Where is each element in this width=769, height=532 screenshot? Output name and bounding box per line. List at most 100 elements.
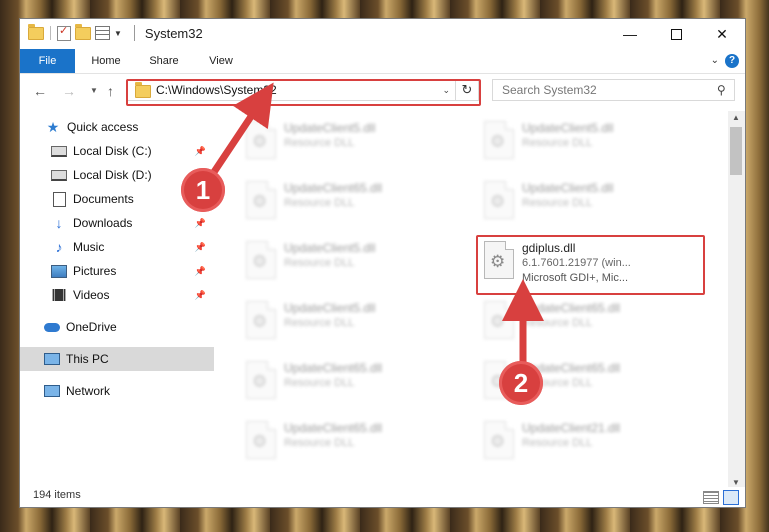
properties-icon[interactable] — [57, 24, 71, 41]
file-name: UpdateClient65.dll — [284, 421, 383, 435]
sidebar-item-local-disk-c[interactable]: Local Disk (C:) 📌 — [20, 139, 214, 163]
file-item[interactable]: UpdateClient5.dll Resource DLL — [234, 117, 434, 167]
file-item[interactable]: UpdateClient65.dll Resource DLL — [234, 417, 434, 467]
tab-file[interactable]: File — [20, 49, 75, 73]
disk-icon — [51, 144, 67, 158]
forward-arrow-icon[interactable]: → — [62, 83, 76, 99]
file-name: UpdateClient65.dll — [284, 361, 383, 375]
customize-toolbar-icon[interactable] — [95, 26, 110, 40]
dll-file-icon — [246, 181, 276, 219]
file-type: Resource DLL — [522, 317, 593, 329]
title-divider — [133, 25, 135, 41]
scroll-up-icon[interactable]: ▲ — [732, 113, 740, 122]
ribbon: File Home Share View ⌄ ? — [20, 49, 745, 74]
search-input[interactable]: Search System32 ⚲ — [492, 79, 735, 101]
pin-icon[interactable]: 📌 — [195, 266, 206, 277]
file-item[interactable]: UpdateClient21.dll Resource DLL — [472, 417, 672, 467]
sidebar-item-music[interactable]: ♪ Music 📌 — [20, 235, 214, 259]
dll-file-icon — [484, 121, 514, 159]
dll-file-icon — [246, 421, 276, 459]
file-name: UpdateClient5.dll — [522, 121, 614, 135]
maximize-button[interactable] — [653, 19, 699, 49]
tiles-view-icon[interactable] — [723, 490, 739, 505]
up-arrow-icon[interactable]: ↑ — [107, 83, 114, 99]
file-item[interactable]: UpdateClient65.dll Resource DLL — [234, 357, 434, 407]
details-view-icon[interactable] — [703, 491, 719, 504]
sidebar-item-label: Local Disk (D:) — [73, 168, 152, 182]
sidebar-item-onedrive[interactable]: OneDrive — [20, 315, 214, 339]
file-type: Resource DLL — [284, 437, 355, 449]
tab-view[interactable]: View — [196, 49, 246, 73]
tab-home[interactable]: Home — [80, 49, 132, 73]
sidebar-item-label: Local Disk (C:) — [73, 144, 152, 158]
file-item[interactable]: UpdateClient5.dll Resource DLL — [472, 117, 672, 167]
computer-icon — [44, 352, 60, 366]
step-1-badge: 1 — [181, 168, 225, 212]
navigation-pane: ★ Quick access Local Disk (C:) 📌 Local D… — [20, 111, 214, 489]
file-item[interactable]: UpdateClient5.dll Resource DLL — [472, 177, 672, 227]
search-icon[interactable]: ⚲ — [717, 83, 726, 97]
file-item[interactable]: UpdateClient5.dll Resource DLL — [234, 237, 434, 287]
expand-ribbon-icon[interactable]: ⌄ — [711, 55, 719, 66]
sidebar-item-label: Network — [66, 384, 111, 398]
chevron-down-icon[interactable]: ▼ — [114, 29, 122, 38]
dll-file-icon — [246, 361, 276, 399]
sidebar-item-network[interactable]: Network — [20, 379, 214, 403]
title-bar: ▼ System32 — ✕ — [20, 19, 745, 49]
scroll-thumb[interactable] — [730, 127, 742, 175]
explorer-window: ▼ System32 — ✕ File Home Share View ⌄ ? … — [19, 18, 746, 508]
sidebar-item-videos[interactable]: Videos 📌 — [20, 283, 214, 307]
sidebar-item-label: Documents — [73, 192, 134, 206]
pin-icon[interactable]: 📌 — [195, 242, 206, 253]
dll-file-icon — [484, 421, 514, 459]
quick-access-toolbar: ▼ System32 — [28, 23, 203, 41]
sidebar-item-quick-access[interactable]: ★ Quick access — [20, 115, 214, 139]
documents-icon — [51, 191, 67, 207]
file-type: Resource DLL — [284, 197, 355, 209]
scroll-down-icon[interactable]: ▼ — [732, 478, 740, 487]
onedrive-icon — [44, 320, 60, 334]
step-2-badge: 2 — [499, 361, 543, 405]
folder-icon — [28, 23, 44, 40]
vertical-scrollbar[interactable]: ▲ ▼ — [728, 111, 745, 489]
sidebar-item-label: Quick access — [67, 120, 139, 134]
pin-icon[interactable]: 📌 — [195, 218, 206, 229]
toolbar-divider — [50, 26, 51, 40]
close-button[interactable]: ✕ — [699, 19, 745, 49]
file-item[interactable]: UpdateClient65.dll Resource DLL — [234, 177, 434, 227]
file-item[interactable]: UpdateClient65.dll Resource DLL — [472, 297, 672, 347]
disk-icon — [51, 168, 67, 182]
file-type: Resource DLL — [284, 317, 355, 329]
download-icon: ↓ — [55, 215, 63, 231]
pin-icon[interactable]: 📌 — [195, 146, 206, 157]
dll-file-icon — [246, 121, 276, 159]
search-placeholder: Search System32 — [502, 83, 597, 97]
dll-file-icon — [246, 301, 276, 339]
star-icon: ★ — [46, 118, 60, 135]
file-name: UpdateClient65.dll — [284, 181, 383, 195]
new-folder-icon[interactable] — [75, 23, 91, 40]
file-name: UpdateClient65.dll — [522, 301, 621, 315]
pin-icon[interactable]: 📌 — [195, 290, 206, 301]
item-count: 194 items — [33, 489, 81, 501]
file-type: Resource DLL — [284, 377, 355, 389]
help-icon[interactable]: ? — [725, 54, 739, 68]
sidebar-item-downloads[interactable]: ↓ Downloads 📌 — [20, 211, 214, 235]
music-icon: ♪ — [55, 239, 63, 255]
file-item[interactable]: UpdateClient5.dll Resource DLL — [234, 297, 434, 347]
recent-locations-icon[interactable]: ▼ — [90, 86, 98, 95]
sidebar-item-label: Videos — [73, 288, 110, 302]
close-icon: ✕ — [716, 25, 728, 42]
window-title: System32 — [144, 25, 203, 41]
file-type: Resource DLL — [284, 137, 355, 149]
sidebar-item-this-pc[interactable]: This PC — [20, 347, 214, 371]
back-arrow-icon[interactable]: ← — [33, 83, 47, 99]
file-type: Resource DLL — [522, 197, 593, 209]
sidebar-item-label: Pictures — [73, 264, 117, 278]
tab-share[interactable]: Share — [138, 49, 190, 73]
minimize-button[interactable]: — — [607, 19, 653, 49]
maximize-icon — [670, 28, 682, 40]
file-name: UpdateClient21.dll — [522, 421, 621, 435]
sidebar-item-pictures[interactable]: Pictures 📌 — [20, 259, 214, 283]
status-bar: 194 items — [20, 487, 745, 507]
